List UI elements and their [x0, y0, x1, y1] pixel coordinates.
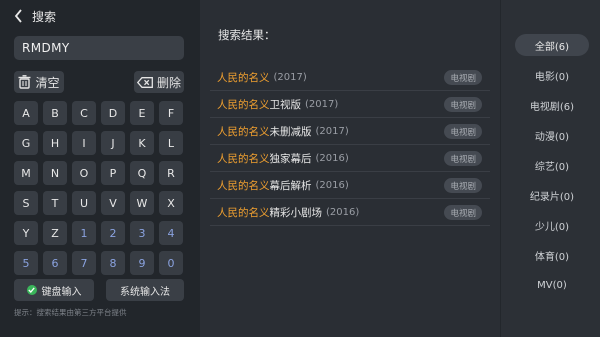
check-icon — [26, 285, 37, 295]
key-5[interactable]: 5 — [14, 251, 38, 275]
key-a[interactable]: A — [14, 101, 38, 125]
result-title-highlight: 人民的名义 — [217, 206, 270, 219]
key-7[interactable]: 7 — [72, 251, 96, 275]
key-z[interactable]: Z — [43, 221, 67, 245]
results-panel: 搜索结果： 人民的名义 (2017) 电视剧 人民的名义 卫视版 (2017) 电视剧 人民的… — [200, 0, 500, 337]
key-w[interactable]: W — [130, 191, 154, 215]
hint-text: 提示：搜索结果由第三方平台提供 — [14, 308, 127, 317]
system-input-label: 系统输入法 — [120, 286, 170, 298]
key-c[interactable]: C — [72, 101, 96, 125]
result-year: (2016) — [326, 206, 360, 218]
result-title-rest: 幕后解析 — [269, 179, 312, 192]
category-tab[interactable]: MV(0) — [515, 274, 589, 296]
backspace-icon — [136, 76, 153, 88]
key-e[interactable]: E — [130, 101, 154, 125]
category-tab[interactable]: 少儿(0) — [515, 214, 589, 236]
key-9[interactable]: 9 — [130, 251, 154, 275]
result-type-badge: 电视剧 — [444, 178, 482, 193]
key-m[interactable]: M — [14, 161, 38, 185]
key-p[interactable]: P — [101, 161, 125, 185]
result-type-badge: 电视剧 — [444, 124, 482, 139]
key-0[interactable]: 0 — [159, 251, 183, 275]
result-year: (2017) — [305, 98, 339, 110]
key-i[interactable]: I — [72, 131, 96, 155]
key-b[interactable]: B — [43, 101, 67, 125]
category-tab[interactable]: 动漫(0) — [515, 124, 589, 146]
result-title-highlight: 人民的名义 — [217, 71, 270, 84]
keyboard-panel: 搜索 RMDMY 清空 删除 ABCDEF GHIJKL MNOPQR STUVWX Y… — [0, 0, 200, 337]
result-title-highlight: 人民的名义 — [217, 179, 270, 192]
result-row[interactable]: 人民的名义 未删减版 (2017) 电视剧 — [210, 118, 490, 145]
result-row[interactable]: 人民的名义 幕后解析 (2016) 电视剧 — [210, 172, 490, 199]
trash-icon — [18, 75, 31, 89]
search-query-text: RMDMY — [22, 41, 70, 55]
result-row[interactable]: 人民的名义 卫视版 (2017) 电视剧 — [210, 91, 490, 118]
result-row[interactable]: 人民的名义 (2017) 电视剧 — [210, 64, 490, 91]
result-year: (2017) — [273, 71, 307, 83]
key-h[interactable]: H — [43, 131, 67, 155]
key-o[interactable]: O — [72, 161, 96, 185]
results-list: 人民的名义 (2017) 电视剧 人民的名义 卫视版 (2017) 电视剧 人民的名义 未删减版… — [210, 64, 490, 226]
result-title-highlight: 人民的名义 — [217, 98, 270, 111]
system-input-button[interactable]: 系统输入法 — [106, 279, 184, 301]
results-title: 搜索结果： — [218, 28, 276, 42]
key-6[interactable]: 6 — [43, 251, 67, 275]
key-k[interactable]: K — [130, 131, 154, 155]
category-tab[interactable]: 电影(0) — [515, 64, 589, 86]
key-8[interactable]: 8 — [101, 251, 125, 275]
delete-label: 删除 — [156, 75, 181, 90]
key-1[interactable]: 1 — [72, 221, 96, 245]
result-title-highlight: 人民的名义 — [217, 152, 270, 165]
key-d[interactable]: D — [101, 101, 125, 125]
keyboard-input-button[interactable]: 键盘输入 — [14, 279, 94, 301]
result-row[interactable]: 人民的名义 精彩小剧场 (2016) 电视剧 — [210, 199, 490, 226]
result-year: (2017) — [315, 125, 349, 137]
virtual-keyboard: ABCDEF GHIJKL MNOPQR STUVWX YZ1234 567890 — [14, 101, 184, 275]
result-title-rest: 卫视版 — [269, 98, 302, 111]
clear-label: 清空 — [35, 75, 60, 90]
key-n[interactable]: N — [43, 161, 67, 185]
delete-button[interactable]: 删除 — [134, 71, 184, 93]
keyboard-input-label: 键盘输入 — [41, 286, 82, 298]
key-s[interactable]: S — [14, 191, 38, 215]
header: 搜索 — [10, 6, 56, 26]
search-input[interactable]: RMDMY — [14, 36, 184, 60]
result-type-badge: 电视剧 — [444, 70, 482, 85]
category-panel: 全部(6) 电影(0) 电视剧(6) 动漫(0) 综艺(0) 纪录片(0) 少儿(0) 体育(… — [500, 0, 600, 337]
key-3[interactable]: 3 — [130, 221, 154, 245]
result-row[interactable]: 人民的名义 独家幕后 (2016) 电视剧 — [210, 145, 490, 172]
key-f[interactable]: F — [159, 101, 183, 125]
result-year: (2016) — [315, 179, 349, 191]
result-title-highlight: 人民的名义 — [217, 125, 270, 138]
category-tab[interactable]: 纪录片(0) — [515, 184, 589, 206]
key-j[interactable]: J — [101, 131, 125, 155]
key-v[interactable]: V — [101, 191, 125, 215]
result-title-rest: 精彩小剧场 — [269, 206, 323, 219]
result-type-badge: 电视剧 — [444, 205, 482, 220]
result-type-badge: 电视剧 — [444, 97, 482, 112]
clear-button[interactable]: 清空 — [14, 71, 64, 93]
category-tab[interactable]: 电视剧(6) — [515, 94, 589, 116]
key-u[interactable]: U — [72, 191, 96, 215]
key-t[interactable]: T — [43, 191, 67, 215]
category-list: 全部(6) 电影(0) 电视剧(6) 动漫(0) 综艺(0) 纪录片(0) 少儿(0) 体育(… — [515, 34, 589, 304]
key-2[interactable]: 2 — [101, 221, 125, 245]
result-type-badge: 电视剧 — [444, 151, 482, 166]
key-q[interactable]: Q — [130, 161, 154, 185]
key-r[interactable]: R — [159, 161, 183, 185]
page-title: 搜索 — [32, 9, 57, 24]
key-l[interactable]: L — [159, 131, 183, 155]
key-4[interactable]: 4 — [159, 221, 183, 245]
result-title-rest: 独家幕后 — [269, 152, 312, 165]
key-x[interactable]: X — [159, 191, 183, 215]
key-y[interactable]: Y — [14, 221, 38, 245]
result-year: (2016) — [315, 152, 349, 164]
category-tab[interactable]: 体育(0) — [515, 244, 589, 266]
category-tab[interactable]: 全部(6) — [515, 34, 589, 56]
result-title-rest: 未删减版 — [269, 125, 312, 138]
key-g[interactable]: G — [14, 131, 38, 155]
category-tab[interactable]: 综艺(0) — [515, 154, 589, 176]
back-arrow-icon[interactable] — [10, 7, 26, 25]
